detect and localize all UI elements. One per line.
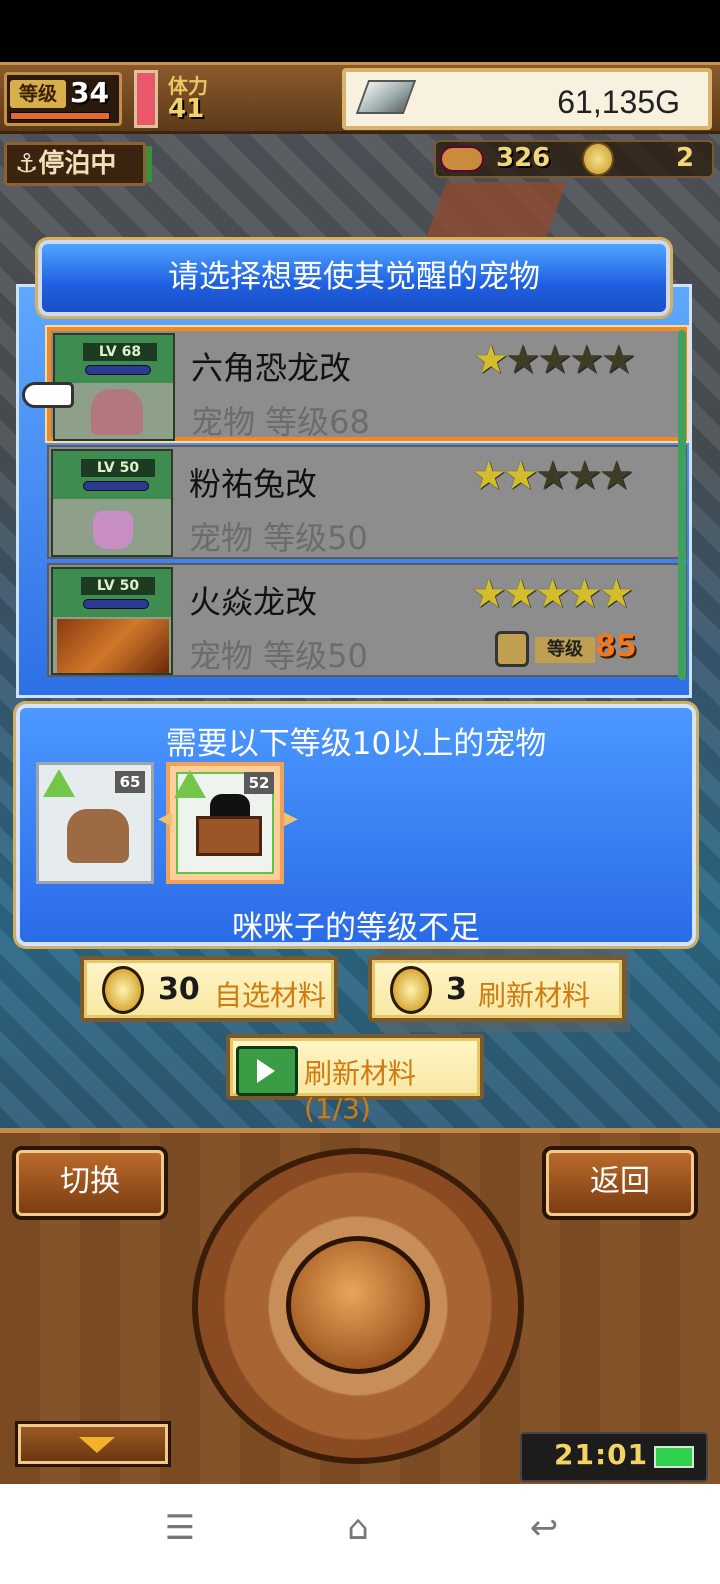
star-icon: ★★★★: [504, 337, 636, 383]
refresh-material-button[interactable]: 3 刷新材料: [368, 956, 626, 1022]
pointer-hand-icon: [22, 382, 74, 408]
coin-count: 2: [676, 143, 695, 173]
medal-icon: [440, 146, 484, 172]
choose-label: 自选材料: [214, 979, 327, 1012]
lock-level-value: 85: [595, 629, 637, 664]
deer-sprite: [67, 809, 129, 863]
pet-name: 粉祐兔改: [189, 465, 318, 503]
choose-material-button[interactable]: 30 自选材料: [80, 956, 338, 1022]
dialog-title: 请选择想要使其觉醒的宠物: [38, 240, 670, 316]
pet-name: 火焱龙改: [189, 583, 318, 621]
coin-icon: [390, 966, 432, 1014]
ad-refresh-label: 刷新材料(1/3): [304, 1057, 417, 1125]
chevron-down-icon: [79, 1437, 115, 1453]
requirement-warning: 咪咪子的等级不足: [232, 910, 480, 946]
pet-row-fire-dragon[interactable]: LV 50 火焱龙改 宠物 等级50 ★★★★★ 等级 85: [47, 563, 687, 677]
refresh-cost: 3: [446, 972, 467, 1007]
expand-down-button[interactable]: [18, 1424, 168, 1464]
pet-list-panel: LV 68 六角恐龙改 宠物 等级68 ★★★★★ LV 50 粉祐兔改 宠物 …: [16, 284, 692, 698]
chest-sprite: [196, 816, 262, 856]
coin-icon: [582, 142, 614, 176]
pet-thumbnail: LV 50: [51, 449, 173, 557]
battery-icon: [654, 1446, 694, 1468]
pet-thumbnail: LV 50: [51, 567, 173, 675]
rarity-stars: ★★★★★: [471, 453, 635, 499]
star-icon: ★★: [471, 453, 539, 499]
lock-level-label: 等级: [535, 637, 595, 663]
rarity-stars: ★★★★★: [473, 337, 636, 383]
center-action-button[interactable]: [286, 1236, 430, 1374]
gold-value: 61,135G: [557, 84, 680, 120]
pet-exp-bar: [85, 365, 151, 375]
star-icon: ★★★: [534, 453, 635, 499]
pet-exp-bar: [83, 481, 149, 491]
coin-icon: [102, 966, 144, 1014]
docked-status[interactable]: ⚓停泊中: [4, 142, 146, 186]
pet-level-tag: LV 50: [81, 459, 155, 477]
material-level: 52: [244, 772, 274, 794]
level-value: 34: [70, 76, 109, 109]
material-slot-deer[interactable]: 65: [36, 762, 154, 884]
rabbit-sprite: [93, 511, 133, 549]
level-label: 等级: [10, 80, 66, 108]
medal-count: 326: [496, 143, 551, 173]
pet-name: 六角恐龙改: [191, 349, 352, 387]
chevron-left-icon: ◀: [158, 808, 172, 829]
switch-button[interactable]: 切换: [16, 1150, 164, 1216]
home-icon[interactable]: ⌂: [334, 1508, 382, 1548]
material-level: 65: [115, 771, 145, 793]
level-exp-bar: [10, 112, 110, 120]
clock-time: 21:01: [554, 1438, 649, 1471]
refresh-label: 刷新材料: [478, 979, 591, 1012]
pet-level-tag: LV 50: [81, 577, 155, 595]
rarity-stars: ★★★★★: [471, 571, 634, 617]
material-slot-chest[interactable]: 52: [166, 762, 284, 884]
pet-subtitle: 宠物 等级50: [189, 637, 368, 675]
pet-subtitle: 宠物 等级68: [191, 403, 370, 441]
pet-subtitle: 宠物 等级50: [189, 519, 368, 557]
dragon-sprite: [57, 619, 169, 673]
star-icon: ★★★★★: [471, 571, 634, 617]
video-ad-icon: [236, 1046, 298, 1096]
pet-exp-bar: [83, 599, 149, 609]
chevron-right-icon: ▶: [284, 808, 298, 829]
docked-indicator: [146, 146, 152, 182]
back-icon[interactable]: ↩: [520, 1508, 568, 1548]
warning-icon: [43, 769, 75, 797]
pet-row-pink-rabbit[interactable]: LV 50 粉祐兔改 宠物 等级50 ★★★★★: [47, 445, 687, 559]
warning-icon: [174, 770, 206, 798]
axolotl-sprite: [91, 389, 143, 435]
requirement-title: 需要以下等级10以上的宠物: [165, 726, 547, 762]
anchor-icon: ⚓: [15, 149, 39, 179]
star-icon: ★: [473, 337, 509, 383]
choose-cost: 30: [158, 972, 200, 1007]
menu-icon[interactable]: ☰: [156, 1508, 204, 1548]
lock-icon: [495, 631, 529, 667]
pet-level-tag: LV 68: [83, 343, 157, 361]
hp-gauge: [134, 70, 158, 128]
pet-row-hexagon-dino[interactable]: LV 68 六角恐龙改 宠物 等级68 ★★★★★: [47, 327, 687, 441]
stamina-value: 41: [168, 94, 205, 124]
back-button[interactable]: 返回: [546, 1150, 694, 1216]
pet-list-scrollbar[interactable]: [678, 330, 686, 680]
docked-label: 停泊中: [38, 149, 117, 179]
